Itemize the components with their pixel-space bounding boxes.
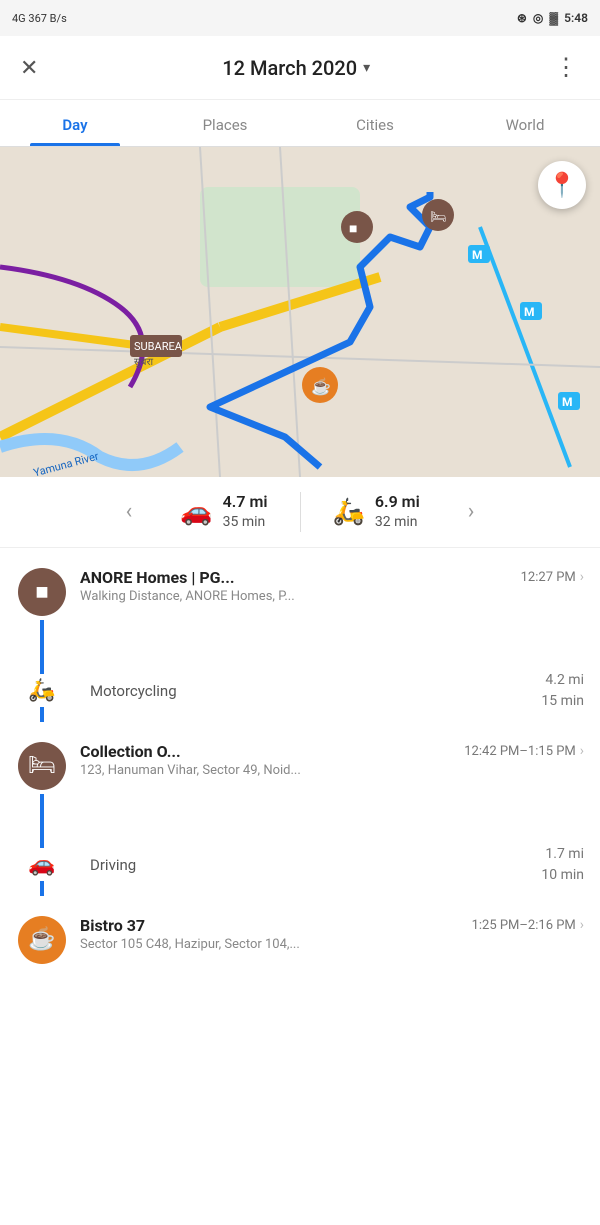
tab-cities[interactable]: Cities <box>300 100 450 146</box>
location-fab-icon: 📍 <box>547 171 577 199</box>
svg-text:■: ■ <box>349 221 357 237</box>
tabs-bar: Day Places Cities World <box>0 100 600 147</box>
segment-1-meta: 4.2 mi 15 min <box>541 670 584 712</box>
car-distance: 4.7 mi <box>223 491 268 513</box>
svg-text:सुबरा: सुबरा <box>134 357 154 368</box>
transport-moto: 🛵 6.9 mi 32 min <box>301 491 452 533</box>
place-2-time: 12:42 PM–1:15 PM › <box>464 743 584 759</box>
timeline-item-3: ☕ Bistro 37 1:25 PM–2:16 PM › Sector 105… <box>0 896 600 988</box>
transport-car: 🚗 4.7 mi 35 min <box>148 491 299 533</box>
segment-2-meta: 1.7 mi 10 min <box>541 844 584 886</box>
tab-places[interactable]: Places <box>150 100 300 146</box>
place-2-address: 123, Hanuman Vihar, Sector 49, Noid... <box>80 763 584 778</box>
svg-text:M: M <box>562 395 573 409</box>
svg-text:SUBAREA: SUBAREA <box>134 340 183 353</box>
place-icon-coffee: ☕ <box>18 916 66 964</box>
prev-transport-arrow[interactable]: ‹ <box>110 499 149 524</box>
place-2-name: Collection O... <box>80 742 181 761</box>
moto-segment-icon: 🛵 <box>28 674 55 707</box>
place-1-time: 12:27 PM › <box>521 569 584 585</box>
segment-moto: 🛵 Motorcycling 4.2 mi 15 min <box>0 660 600 722</box>
segment-drive: 🚗 Driving 1.7 mi 10 min <box>0 834 600 896</box>
svg-text:☕: ☕ <box>311 377 331 396</box>
segment-1-label: Motorcycling <box>90 682 177 700</box>
place-1-name: ANORE Homes | PG... <box>80 568 234 587</box>
svg-text:M: M <box>472 248 483 262</box>
location-fab[interactable]: 📍 <box>538 161 586 209</box>
transport-bar: ‹ 🚗 4.7 mi 35 min 🛵 6.9 mi 32 min › <box>0 477 600 548</box>
header-title-container: 12 March 2020 ▾ <box>222 56 370 80</box>
timeline-item-2: 🛏 Collection O... 12:42 PM–1:15 PM › 123… <box>0 722 600 834</box>
timeline: ■ ANORE Homes | PG... 12:27 PM › Walking… <box>0 548 600 988</box>
close-button[interactable]: ✕ <box>16 51 42 85</box>
tab-day[interactable]: Day <box>0 100 150 146</box>
carrier-text: 4G 367 B/s <box>12 12 67 25</box>
moto-icon: 🛵 <box>333 497 365 527</box>
car-duration: 35 min <box>223 513 268 533</box>
status-right: ⊛ ◎ ▓ 5:48 <box>517 11 588 25</box>
place-1-content[interactable]: ANORE Homes | PG... 12:27 PM › Walking D… <box>80 568 584 612</box>
tab-world[interactable]: World <box>450 100 600 146</box>
location-icon: ◎ <box>533 11 543 25</box>
place-icon-stop: ■ <box>18 568 66 616</box>
map-area[interactable]: Yamuna River M M M SUBAREA सुबरा ■ 🛏 ☕ 📍 <box>0 147 600 477</box>
moto-duration: 32 min <box>375 513 420 533</box>
header: ✕ 12 March 2020 ▾ ⋮ <box>0 36 600 100</box>
time-display: 5:48 <box>564 11 588 25</box>
place-3-content[interactable]: Bistro 37 1:25 PM–2:16 PM › Sector 105 C… <box>80 916 584 960</box>
place-3-time: 1:25 PM–2:16 PM › <box>472 917 584 933</box>
place-icon-hotel: 🛏 <box>18 742 66 790</box>
bluetooth-icon: ⊛ <box>517 11 527 25</box>
drive-segment-icon: 🚗 <box>28 848 55 881</box>
more-button[interactable]: ⋮ <box>550 49 584 86</box>
header-dropdown-arrow[interactable]: ▾ <box>363 60 370 76</box>
place-3-address: Sector 105 C48, Hazipur, Sector 104,... <box>80 937 584 952</box>
battery-icon: ▓ <box>549 11 558 25</box>
car-icon: 🚗 <box>180 497 212 527</box>
svg-text:M: M <box>524 305 535 319</box>
moto-distance: 6.9 mi <box>375 491 420 513</box>
place-1-address: Walking Distance, ANORE Homes, P... <box>80 589 584 604</box>
svg-text:🛏: 🛏 <box>430 210 447 225</box>
header-date: 12 March 2020 <box>222 56 357 80</box>
status-bar: 4G 367 B/s ⊛ ◎ ▓ 5:48 <box>0 0 600 36</box>
next-transport-arrow[interactable]: › <box>452 499 491 524</box>
place-2-content[interactable]: Collection O... 12:42 PM–1:15 PM › 123, … <box>80 742 584 786</box>
timeline-item-1: ■ ANORE Homes | PG... 12:27 PM › Walking… <box>0 548 600 660</box>
segment-2-label: Driving <box>90 856 136 874</box>
status-left: 4G 367 B/s <box>12 12 67 25</box>
place-3-name: Bistro 37 <box>80 916 145 935</box>
